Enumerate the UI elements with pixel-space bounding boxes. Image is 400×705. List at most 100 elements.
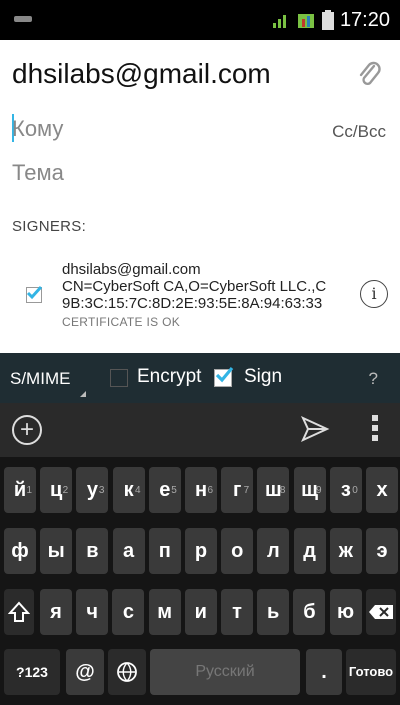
key-label: р: [194, 540, 208, 562]
key-label: у: [86, 479, 98, 501]
key-т[interactable]: т: [221, 589, 253, 635]
key-hint: 1: [26, 485, 32, 496]
key-label: г: [233, 479, 242, 501]
key-label: к: [123, 479, 134, 501]
key-label: з: [340, 479, 351, 501]
key-hint: 6: [207, 485, 213, 496]
key-label: м: [157, 601, 172, 623]
key-label: х: [376, 479, 388, 501]
key-ю[interactable]: ю: [329, 589, 362, 635]
add-icon[interactable]: +: [12, 415, 42, 445]
symbols-key[interactable]: ?123: [4, 649, 60, 695]
key-label: с: [122, 601, 134, 623]
key-б[interactable]: б: [293, 589, 326, 635]
key-й[interactable]: й1: [4, 467, 36, 513]
key-е[interactable]: е5: [148, 467, 181, 513]
to-field[interactable]: Кому: [12, 116, 63, 142]
key-hint: 8: [279, 485, 286, 496]
key-ц[interactable]: ц2: [40, 467, 73, 513]
key-label: я: [50, 601, 62, 623]
key-а[interactable]: а: [112, 528, 145, 574]
key-ж[interactable]: ж: [329, 528, 362, 574]
key-label: т: [232, 601, 242, 623]
backspace-icon: [369, 605, 393, 619]
certificate-email: dhsilabs@gmail.com: [62, 261, 201, 278]
key-г[interactable]: г7: [221, 467, 254, 513]
keyboard: й1ц2у3к4е5н6г7ш8щ9з0х фывапролджэ ячсмит…: [0, 457, 400, 705]
key-label: ф: [11, 540, 29, 562]
key-label: ы: [47, 540, 65, 562]
key-о[interactable]: о: [221, 528, 254, 574]
key-э[interactable]: э: [366, 528, 398, 574]
signal-bars-icon: [272, 15, 286, 28]
key-л[interactable]: л: [257, 528, 290, 574]
globe-icon: [117, 662, 137, 682]
certificate-checkbox[interactable]: [26, 285, 43, 303]
paperclip-icon[interactable]: [356, 60, 382, 90]
key-label: н: [194, 479, 208, 501]
backspace-key[interactable]: [366, 589, 396, 635]
checkmark-icon: [26, 285, 43, 300]
key-п[interactable]: п: [148, 528, 181, 574]
key-hint: 2: [62, 485, 69, 496]
key-ь[interactable]: ь: [257, 589, 290, 635]
key-label: ь: [267, 601, 280, 623]
certificate-fingerprint: 9B:3C:15:7C:8D:2E:93:5E:8A:94:63:33: [62, 295, 323, 312]
key-м[interactable]: м: [148, 589, 181, 635]
key-ч[interactable]: ч: [76, 589, 109, 635]
send-icon[interactable]: [300, 415, 330, 443]
compose-form: dhsilabs@gmail.com Кому Cc/Bcc Тема SIGN…: [0, 40, 400, 353]
notification-icon: [14, 16, 32, 22]
period-key[interactable]: .: [306, 649, 342, 695]
mobile-data-icon: [297, 14, 314, 28]
key-ш[interactable]: ш8: [257, 467, 290, 513]
shift-key[interactable]: [4, 589, 34, 635]
key-label: б: [303, 601, 316, 623]
subject-field[interactable]: Тема: [12, 160, 64, 186]
sign-label: Sign: [244, 366, 283, 387]
signers-label: SIGNERS:: [12, 218, 87, 235]
info-icon[interactable]: i: [360, 280, 388, 308]
key-щ[interactable]: щ9: [293, 467, 326, 513]
encrypt-label: Encrypt: [137, 366, 202, 387]
key-label: ю: [337, 601, 355, 623]
keyboard-toolbar: +: [0, 403, 400, 457]
key-label: э: [376, 540, 388, 562]
key-hint: 0: [352, 485, 358, 496]
key-д[interactable]: д: [293, 528, 326, 574]
key-р[interactable]: р: [185, 528, 217, 574]
key-label: о: [231, 540, 244, 562]
key-я[interactable]: я: [40, 589, 72, 635]
key-label: й: [13, 479, 27, 501]
help-button[interactable]: ?: [369, 369, 378, 389]
language-key[interactable]: [108, 649, 146, 695]
key-ф[interactable]: ф: [4, 528, 36, 574]
battery-icon: [321, 10, 334, 30]
key-label: в: [86, 540, 99, 562]
space-key[interactable]: Русский: [150, 649, 300, 695]
overflow-menu-icon[interactable]: [372, 415, 378, 445]
key-у[interactable]: у3: [76, 467, 109, 513]
key-label: ч: [86, 601, 98, 623]
key-з[interactable]: з0: [329, 467, 362, 513]
sign-checkbox[interactable]: [214, 366, 234, 387]
key-hint: 4: [135, 485, 141, 496]
smime-bar: S/MIME Encrypt Sign ?: [0, 353, 400, 403]
key-и[interactable]: и: [184, 589, 217, 635]
done-key[interactable]: Готово: [346, 649, 396, 695]
key-hint: 3: [98, 485, 105, 496]
certificate-entry[interactable]: dhsilabs@gmail.com CN=CyberSoft CA,O=Cyb…: [62, 261, 352, 331]
key-х[interactable]: х: [366, 467, 398, 513]
from-account[interactable]: dhsilabs@gmail.com: [12, 58, 271, 90]
key-с[interactable]: с: [112, 589, 145, 635]
cc-bcc-button[interactable]: Cc/Bcc: [332, 122, 386, 142]
smime-dropdown[interactable]: S/MIME: [10, 369, 70, 389]
certificate-subject: CN=CyberSoft CA,O=CyberSoft LLC.,C: [62, 278, 327, 295]
key-label: л: [267, 540, 280, 562]
encrypt-checkbox[interactable]: [110, 369, 128, 387]
key-ы[interactable]: ы: [40, 528, 73, 574]
key-н[interactable]: н6: [185, 467, 217, 513]
key-в[interactable]: в: [76, 528, 109, 574]
key-к[interactable]: к4: [112, 467, 145, 513]
at-key[interactable]: @: [66, 649, 104, 695]
